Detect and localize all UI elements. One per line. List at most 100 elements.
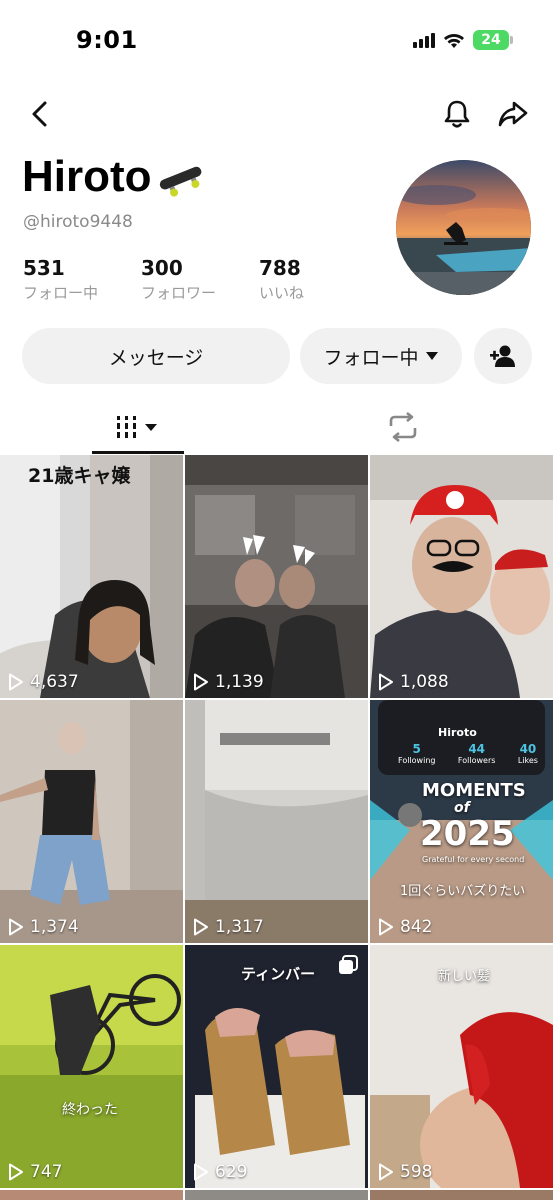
view-count-value: 4,637 — [30, 672, 79, 692]
view-count: 1,139 — [193, 672, 264, 692]
view-count: 598 — [378, 1162, 432, 1182]
active-tab-indicator — [92, 451, 184, 454]
display-name: Hiroto — [22, 152, 152, 201]
moments-subtitle: Grateful for every second — [422, 855, 525, 864]
battery-level: 24 — [481, 32, 501, 48]
video-tile[interactable] — [185, 1190, 368, 1200]
avatar[interactable] — [396, 160, 531, 295]
video-caption: 新しい髪 — [438, 969, 491, 984]
video-caption: 21歳キャ嬢 — [28, 465, 131, 487]
video-caption: 終わった — [62, 1102, 118, 1118]
play-icon — [9, 673, 23, 691]
video-tile[interactable]: 1,088 — [370, 455, 553, 698]
play-icon — [194, 673, 208, 691]
profile-stats: 531 フォロー中 300 フォロワー 788 いいね — [23, 256, 359, 303]
following-label: フォロー中 — [23, 284, 99, 302]
tab-reposts[interactable] — [368, 400, 438, 454]
video-tile[interactable]: 1,317 — [185, 700, 368, 943]
play-icon — [379, 1163, 393, 1181]
view-count-value: 1,374 — [30, 917, 79, 937]
view-count-value: 1,317 — [215, 917, 264, 937]
following-button-label: フォロー中 — [323, 346, 419, 369]
bell-icon — [444, 100, 470, 128]
tab-videos[interactable] — [92, 400, 184, 454]
video-tile[interactable]: 新しい髪 598 — [370, 945, 553, 1188]
card-handle: Hiroto — [438, 726, 477, 739]
notifications-button[interactable] — [439, 96, 475, 132]
view-count: 747 — [8, 1162, 62, 1182]
play-icon — [379, 673, 393, 691]
profile-name: Hiroto — [22, 152, 206, 202]
caret-down-icon — [425, 352, 438, 360]
top-nav — [0, 88, 553, 140]
video-tile[interactable]: 1,139 — [185, 455, 368, 698]
video-caption: ティンバー — [241, 965, 316, 983]
stats-card: Hiroto 5 Following 44 Followers 40 Likes — [378, 700, 545, 775]
view-count: 842 — [378, 917, 432, 937]
video-tile[interactable]: ティンバー 629 — [185, 945, 368, 1188]
card-likes-label: Likes — [517, 756, 538, 765]
play-icon — [379, 918, 393, 936]
moments-year: 2025 — [420, 814, 515, 854]
following-count: 531 — [23, 256, 65, 280]
play-icon — [9, 1163, 23, 1181]
view-count: 1,088 — [378, 672, 449, 692]
likes-label: いいね — [259, 284, 305, 302]
video-tile[interactable]: 1,374 — [0, 700, 183, 943]
following-stat[interactable]: 531 フォロー中 — [23, 256, 141, 303]
card-following-label: Following — [398, 756, 436, 765]
video-grid: 21歳キャ嬢 4,637 1,139 1,088 1,374 1,317 Hir… — [0, 455, 553, 1200]
view-count: 4,637 — [8, 672, 79, 692]
card-following-num: 5 — [412, 742, 421, 756]
video-tile[interactable]: 終わった 747 — [0, 945, 183, 1188]
card-followers-num: 44 — [468, 742, 486, 756]
status-icons: 24 — [413, 30, 513, 50]
battery-icon: 24 — [473, 30, 513, 50]
chevron-left-icon — [32, 101, 47, 127]
view-count: 1,317 — [193, 917, 264, 937]
video-caption: 1回ぐらいバズりたい — [400, 884, 526, 899]
video-tile[interactable] — [0, 1190, 183, 1200]
username: @hiroto9448 — [23, 212, 133, 232]
add-friend-button[interactable] — [474, 328, 532, 384]
message-button[interactable]: メッセージ — [22, 328, 290, 384]
status-bar: 9:01 24 — [0, 0, 553, 84]
play-icon — [194, 918, 208, 936]
likes-stat[interactable]: 788 いいね — [259, 256, 359, 303]
view-count-value: 1,088 — [400, 672, 449, 692]
moments-title: MOMENTS — [422, 780, 526, 801]
following-button[interactable]: フォロー中 — [300, 328, 462, 384]
add-person-icon — [490, 345, 515, 367]
view-count-value: 598 — [400, 1162, 433, 1182]
wifi-icon — [444, 33, 464, 48]
grid-icon — [117, 416, 157, 438]
skateboard-icon — [159, 166, 201, 197]
message-label: メッセージ — [108, 346, 204, 369]
repost-icon — [389, 412, 417, 442]
view-count: 629 — [193, 1162, 247, 1182]
card-followers-label: Followers — [457, 756, 496, 765]
status-time: 9:01 — [76, 26, 138, 54]
action-buttons: メッセージ フォロー中 — [22, 328, 532, 384]
video-tile[interactable] — [370, 1190, 553, 1200]
card-likes-num: 40 — [519, 742, 537, 756]
view-count-value: 629 — [215, 1162, 248, 1182]
followers-stat[interactable]: 300 フォロワー — [141, 256, 259, 303]
signal-icon — [413, 32, 435, 48]
view-count-value: 1,139 — [215, 672, 264, 692]
followers-label: フォロワー — [141, 284, 217, 302]
video-tile[interactable]: 21歳キャ嬢 4,637 — [0, 455, 183, 698]
view-count-value: 842 — [400, 917, 433, 937]
play-icon — [194, 1163, 208, 1181]
share-button[interactable] — [495, 96, 531, 132]
back-button[interactable] — [22, 96, 58, 132]
photo-carousel-icon — [339, 955, 358, 974]
view-count: 1,374 — [8, 917, 79, 937]
content-tabs — [0, 400, 553, 454]
followers-count: 300 — [141, 256, 183, 280]
play-icon — [9, 918, 23, 936]
view-count-value: 747 — [30, 1162, 63, 1182]
share-icon — [498, 101, 528, 127]
video-tile[interactable]: Hiroto 5 Following 44 Followers 40 Likes… — [370, 700, 553, 943]
likes-count: 788 — [259, 256, 301, 280]
